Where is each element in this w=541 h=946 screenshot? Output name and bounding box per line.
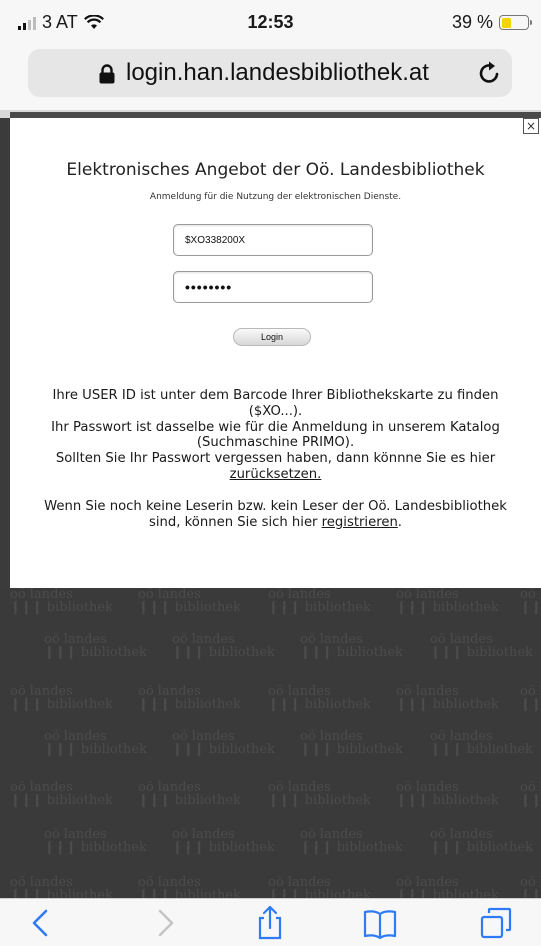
info-line: (Suchmaschine PRIMO). (196, 435, 355, 451)
info-line: Ihr Passwort ist dasselbe wie für die An… (51, 419, 500, 435)
watermark-logo: oö landes❙❙❙ bibliothek (138, 684, 241, 712)
watermark-logo: oö landes❙❙❙ bibliothek (44, 827, 147, 855)
status-bar: 3 AT 12:53 39 % (0, 0, 541, 46)
watermark-logo: oö landes❙❙❙ bibliothek (44, 632, 147, 660)
info-line: ($XO...). (248, 403, 303, 419)
watermark-logo: oö landes❙❙❙ bibliothek (396, 684, 499, 712)
user-id-input[interactable] (173, 224, 373, 256)
dialog-title: Elektronisches Angebot der Oö. Landesbib… (66, 160, 485, 180)
watermark-logo: oö landes❙❙❙ bibliothek (520, 875, 541, 898)
watermark-logo: oö landes❙❙❙ bibliothek (172, 827, 275, 855)
register-suffix: . (397, 514, 402, 530)
watermark-logo: oö landes❙❙❙ bibliothek (172, 632, 275, 660)
reload-icon[interactable] (476, 59, 504, 87)
register-line: sind, können Sie sich hier registrieren. (16, 515, 535, 531)
bookmarks-icon[interactable] (362, 905, 398, 941)
watermark-logo: oö landes❙❙❙ bibliothek (396, 875, 499, 898)
info-text: Ihre USER ID ist unter dem Barcode Ihrer… (16, 388, 535, 530)
watermark-logo: oö landes❙❙❙ bibliothek (396, 780, 499, 808)
watermark-logo: oö landes❙❙❙ bibliothek (268, 780, 371, 808)
watermark-logo: oö landes❙❙❙ bibliothek (430, 827, 533, 855)
watermark-logo: oö landes❙❙❙ bibliothek (430, 729, 533, 757)
close-button[interactable]: × (523, 118, 539, 134)
info-line: Ihre USER ID ist unter dem Barcode Ihrer… (52, 388, 499, 403)
watermark-logo: oö landes❙❙❙ bibliothek (520, 588, 541, 615)
register-line: Wenn Sie noch keine Leserin bzw. kein Le… (44, 498, 507, 514)
password-input[interactable] (173, 271, 373, 303)
watermark-logo: oö landes❙❙❙ bibliothek (10, 875, 113, 898)
battery-percent: 39 % (451, 12, 493, 32)
watermark-logo: oö landes❙❙❙ bibliothek (396, 588, 499, 615)
share-icon[interactable] (252, 905, 288, 941)
login-button[interactable]: Login (233, 328, 311, 346)
dialog-subtitle: Anmeldung für die Nutzung der elektronis… (149, 192, 402, 202)
battery-icon (499, 15, 532, 30)
background-pattern: oö landes ❙❙❙ bibliothek oö landes ❙❙❙ bibl… (0, 588, 541, 898)
back-icon[interactable] (24, 905, 60, 941)
watermark-logo: oö landes❙❙❙ bibliothek (10, 684, 113, 712)
forward-icon[interactable] (146, 905, 182, 941)
reset-password-link[interactable]: zurücksetzen. (230, 467, 322, 482)
watermark-logo: oö landes❙❙❙ bibliothek (138, 875, 241, 898)
tabs-icon[interactable] (478, 905, 514, 941)
url-field[interactable]: login.han.landesbibliothek.at (28, 49, 512, 97)
browser-toolbar (0, 898, 541, 946)
watermark-logo: oö landes❙❙❙ bibliothek (138, 780, 241, 808)
watermark-logo: oö landes❙❙❙ bibliothek (268, 875, 371, 898)
info-line: Sollten Sie Ihr Passwort vergessen haben… (55, 451, 496, 467)
watermark-logo: oö landes❙❙❙ bibliothek (430, 632, 533, 660)
watermark-logo: oö landes❙❙❙ bibliothek (520, 780, 541, 808)
register-prefix: sind, können Sie sich hier (148, 514, 322, 530)
watermark-logo: oö landes❙❙❙ bibliothek (268, 588, 371, 615)
watermark-logo: oö landes❙❙❙ bibliothek (268, 684, 371, 712)
watermark-logo: oö landes❙❙❙ bibliothek (300, 827, 403, 855)
login-dialog: × Elektronisches Angebot der Oö. Landesb… (10, 118, 541, 588)
address-bar: login.han.landesbibliothek.at (0, 46, 541, 110)
watermark-logo: oö landes❙❙❙ bibliothek (172, 729, 275, 757)
watermark-logo: oö landes❙❙❙ bibliothek (44, 729, 147, 757)
watermark-logo: oö landes❙❙❙ bibliothek (10, 780, 113, 808)
register-link[interactable]: registrieren (322, 515, 398, 530)
watermark-logo: oö landes❙❙❙ bibliothek (138, 588, 241, 615)
lock-icon (99, 64, 115, 84)
watermark-logo: oö landes❙❙❙ bibliothek (520, 684, 541, 712)
watermark-logo: oö landes❙❙❙ bibliothek (300, 632, 403, 660)
watermark-logo: oö landes❙❙❙ bibliothek (10, 588, 113, 615)
battery-info: 39 % (451, 12, 532, 33)
url-text: login.han.landesbibliothek.at (126, 59, 429, 86)
watermark-logo: oö landes❙❙❙ bibliothek (300, 729, 403, 757)
